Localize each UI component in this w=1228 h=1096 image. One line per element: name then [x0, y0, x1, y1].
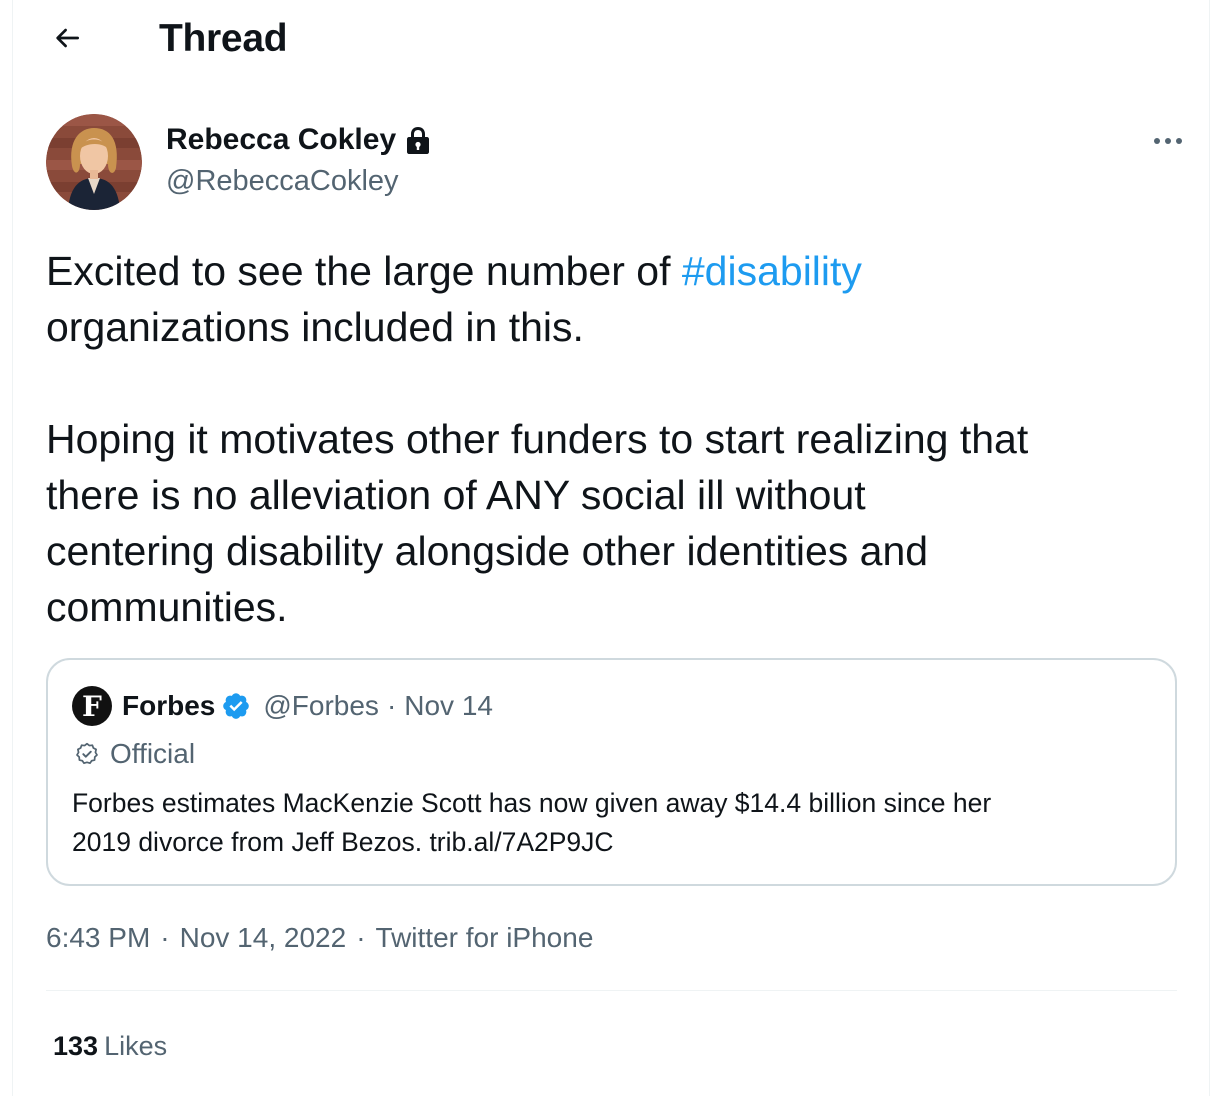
arrow-left-icon [56, 28, 79, 48]
hashtag-link[interactable]: #disability [682, 248, 862, 294]
more-horizontal-icon [1154, 138, 1182, 144]
quoted-tweet-header: F Forbes @Forbes · Nov 14 [72, 686, 493, 726]
quoted-author-name: Forbes [122, 690, 216, 721]
official-label: Official [110, 738, 196, 769]
likes-label: Likes [104, 1031, 168, 1061]
thread-column: Thread Rebecca Cokley @RebeccaCokley Exc… [12, 0, 1210, 1096]
quoted-tweet-line: Forbes estimates MacKenzie Scott has now… [72, 788, 992, 818]
separator-dot: · [356, 922, 366, 953]
tweet-line: Hoping it motivates other funders to sta… [46, 416, 1029, 462]
tweet-source[interactable]: Twitter for iPhone [376, 918, 594, 958]
tweet-line: communities. [46, 584, 288, 630]
quoted-tweet-text: Forbes estimates MacKenzie Scott has now… [72, 784, 1142, 862]
quoted-author-handle: @Forbes [263, 690, 379, 721]
official-badge-icon [74, 741, 100, 767]
quoted-tweet-card[interactable]: F Forbes @Forbes · Nov 14 Official Forbe… [46, 658, 1177, 886]
quoted-tweet-date: Nov 14 [404, 690, 493, 721]
tweet-text: Excited to see the large number of #disa… [46, 243, 1186, 635]
divider [46, 990, 1177, 991]
author-name-row: Rebecca Cokley [166, 120, 431, 160]
forbes-logo-icon: F [72, 686, 112, 726]
likes-count-link[interactable]: 133 Likes [53, 1026, 167, 1066]
tweet-date[interactable]: Nov 14, 2022 [180, 918, 347, 958]
tweet-line: organizations included in this. [46, 304, 584, 350]
tweet-time[interactable]: 6:43 PM [46, 918, 150, 958]
tweet-metadata: 6:43 PM · Nov 14, 2022 · Twitter for iPh… [46, 918, 593, 958]
page-title: Thread [159, 17, 288, 60]
avatar[interactable] [46, 114, 142, 210]
tweet-line: Excited to see the large number of #disa… [46, 243, 1186, 299]
quoted-tweet-line: 2019 divorce from Jeff Bezos. trib.al/7A… [72, 827, 614, 857]
lock-icon [405, 125, 431, 155]
author-name[interactable]: Rebecca Cokley [166, 123, 396, 157]
thread-header: Thread [13, 0, 1209, 78]
back-button[interactable] [47, 18, 87, 58]
avatar-photo [46, 114, 142, 210]
tweet-line: there is no alleviation of ANY social il… [46, 472, 866, 518]
more-button[interactable] [1147, 120, 1189, 162]
likes-count: 133 [53, 1031, 99, 1061]
verified-badge-icon [221, 691, 251, 721]
separator-dot: · [160, 922, 170, 953]
tweet-line: centering disability alongside other ide… [46, 528, 929, 574]
official-label-row: Official [72, 734, 195, 774]
separator-dot: · [386, 690, 397, 721]
author-handle[interactable]: @RebeccaCokley [166, 162, 399, 200]
tweet-text-segment: Excited to see the large number of [46, 248, 682, 294]
